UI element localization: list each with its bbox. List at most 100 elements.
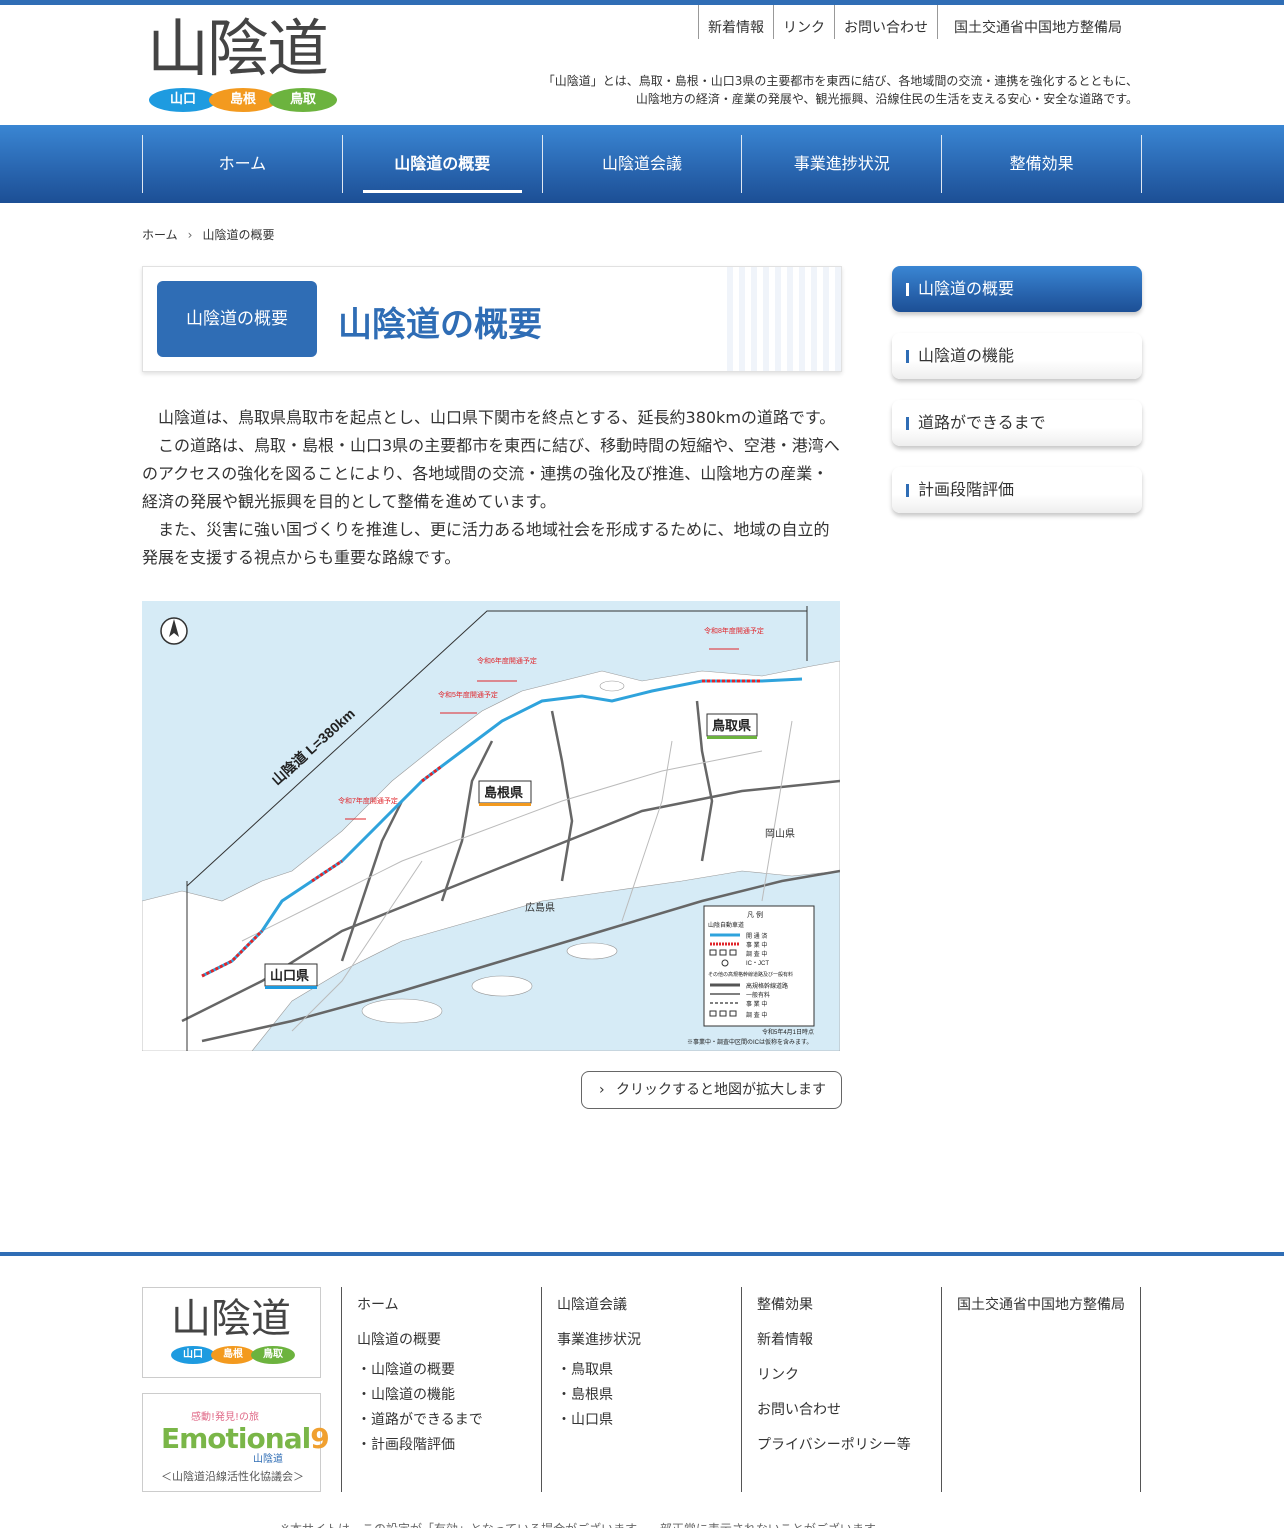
- site-logo[interactable]: 山陰道 山口 島根 鳥取: [147, 14, 339, 114]
- route-map-graphic: 山陰道 L=380km 鳥取県 島根県 山口県 岡山県 広島県 令和6年度開通予…: [142, 606, 840, 1051]
- svg-text:令和5年度開通予定: 令和5年度開通予定: [438, 690, 498, 699]
- nav-item-home[interactable]: ホーム: [143, 135, 343, 193]
- emotional9-banner[interactable]: 感動!発見!の旅 Emotional9 山陰道 ＜山陰道沿線活性化協議会＞: [142, 1393, 330, 1492]
- sidebar-item-evaluation[interactable]: 計画段階評価: [892, 467, 1142, 513]
- site-tagline: 「山陰道」とは、鳥取・島根・山口3県の主要都市を東西に結び、各地域間の交流・連携…: [518, 72, 1138, 108]
- logo-pill-tottori: 鳥取: [269, 88, 337, 112]
- footer-link-mlit-chugoku[interactable]: 国土交通省中国地方整備局: [957, 1295, 1140, 1315]
- footer-sub-function[interactable]: ・山陰道の機能: [357, 1385, 541, 1405]
- emotional9-sub: 山陰道: [253, 1454, 283, 1465]
- breadcrumb-home[interactable]: ホーム: [142, 226, 178, 243]
- footer-sub-shimane[interactable]: ・島根県: [557, 1385, 741, 1405]
- footer-pill-shimane: 島根: [211, 1346, 255, 1364]
- length-label: 山陰道 L=380km: [268, 705, 358, 788]
- footer-sub-evaluation[interactable]: ・計画段階評価: [357, 1435, 541, 1455]
- utility-nav: 新着情報 リンク お問い合わせ 国土交通省中国地方整備局: [698, 5, 1131, 39]
- footer-sub-tottori[interactable]: ・鳥取県: [557, 1360, 741, 1380]
- page-title-box: 山陰道の概要 山陰道の概要: [142, 266, 842, 372]
- nav-item-conference[interactable]: 山陰道会議: [543, 135, 743, 193]
- svg-text:IC・JCT: IC・JCT: [746, 961, 769, 967]
- sidebar-item-overview[interactable]: 山陰道の概要: [892, 266, 1142, 312]
- emotional9-tagline: 感動!発見!の旅: [191, 1412, 260, 1423]
- top-link-news[interactable]: 新着情報: [698, 5, 773, 39]
- sidebar-item-function[interactable]: 山陰道の機能: [892, 333, 1142, 379]
- footer-link-progress[interactable]: 事業進捗状況: [557, 1330, 741, 1350]
- top-link-contact[interactable]: お問い合わせ: [834, 5, 937, 39]
- route-map[interactable]: 山陰道 L=380km 鳥取県 島根県 山口県 岡山県 広島県 令和6年度開通予…: [142, 601, 840, 1051]
- svg-text:調 査 中: 調 査 中: [746, 950, 767, 958]
- chevron-right-icon: ›: [599, 1082, 605, 1098]
- footer-sub-process[interactable]: ・道路ができるまで: [357, 1410, 541, 1430]
- footer-logo-pills: 山口 島根 鳥取: [171, 1346, 295, 1364]
- svg-text:調 査 中: 調 査 中: [746, 1011, 767, 1019]
- prefecture-hiroshima: 広島県: [525, 901, 555, 914]
- footer-col-4: 国土交通省中国地方整備局: [941, 1287, 1141, 1492]
- footer-link-effects[interactable]: 整備効果: [757, 1295, 941, 1315]
- svg-text:山口県: 山口県: [270, 968, 309, 983]
- map-island: [361, 998, 443, 1024]
- page-category-tag: 山陰道の概要: [157, 281, 317, 357]
- footer-col-2: 山陰道会議 事業進捗状況 ・鳥取県 ・島根県 ・山口県: [541, 1287, 741, 1492]
- footer-sub-yamaguchi[interactable]: ・山口県: [557, 1410, 741, 1430]
- footer-logo-text: 山陰道: [171, 1296, 291, 1342]
- svg-text:令和6年度開通予定: 令和6年度開通予定: [477, 656, 537, 665]
- chevron-right-icon: ›: [187, 227, 193, 242]
- footer-link-news[interactable]: 新着情報: [757, 1330, 941, 1350]
- nav-item-effects[interactable]: 整備効果: [942, 135, 1142, 193]
- prefecture-label-shimane: 島根県: [478, 780, 532, 806]
- nav-item-progress[interactable]: 事業進捗状況: [742, 135, 943, 193]
- tagline-line-2: 山陰地方の経済・産業の発展や、観光振興、沿線住民の生活を支える安心・安全な道路で…: [635, 92, 1138, 106]
- nav-item-overview[interactable]: 山陰道の概要: [343, 135, 543, 193]
- page-title: 山陰道の概要: [338, 305, 542, 345]
- emotional9-word: Emotional: [161, 1422, 311, 1455]
- map-legend: 凡 例 山陰自動車道 開 通 済 事 業 中 調 査 中 IC・JCT その他の…: [703, 905, 815, 1027]
- footer-link-overview[interactable]: 山陰道の概要: [357, 1330, 541, 1350]
- logo-pill-yamaguchi: 山口: [149, 88, 217, 112]
- enlarge-map-button[interactable]: › クリックすると地図が拡大します: [581, 1071, 842, 1109]
- svg-text:事 業 中: 事 業 中: [746, 941, 767, 949]
- emotional9-council: ＜山陰道沿線活性化協議会＞: [161, 1470, 304, 1483]
- footer-site-logo[interactable]: 山陰道 山口 島根 鳥取: [142, 1287, 321, 1378]
- map-island: [566, 942, 618, 960]
- svg-text:令和8年度開通予定: 令和8年度開通予定: [704, 626, 764, 635]
- footer-sub-overview[interactable]: ・山陰道の概要: [357, 1360, 541, 1380]
- svg-text:令和7年度開通予定: 令和7年度開通予定: [338, 796, 398, 805]
- breadcrumb: ホーム › 山陰道の概要: [142, 226, 274, 243]
- tagline-line-1: 「山陰道」とは、鳥取・島根・山口3県の主要都市を東西に結び、各地域間の交流・連携…: [542, 74, 1138, 88]
- map-footnote: ※事業中・調査中区間のICは仮称を含みます。: [687, 1038, 812, 1046]
- svg-text:高規格幹線道路: 高規格幹線道路: [746, 982, 788, 990]
- emotional9-number: 9: [310, 1422, 330, 1455]
- footer-link-privacy[interactable]: プライバシーポリシー等: [757, 1435, 941, 1455]
- title-decoration: [721, 267, 841, 371]
- open-note-r8: 令和8年度開通予定: [704, 626, 764, 650]
- footer-note: ※本サイトは、この設定が「有効」となっている場合がございます。一部正常に表示され…: [280, 1520, 887, 1528]
- map-date-note: 令和5年4月1日時点: [762, 1028, 814, 1036]
- logo-pill-shimane: 島根: [209, 88, 277, 112]
- prefecture-okayama: 岡山県: [765, 828, 795, 840]
- footer-link-home[interactable]: ホーム: [357, 1295, 541, 1315]
- breadcrumb-current: 山陰道の概要: [202, 228, 275, 242]
- intro-text: 山陰道は、鳥取県鳥取市を起点とし、山口県下関市を終点とする、延長約380kmの道…: [142, 404, 842, 572]
- prefecture-label-yamaguchi: 山口県: [264, 963, 318, 989]
- svg-text:島根県: 島根県: [484, 785, 523, 800]
- footer-divider: [0, 1252, 1284, 1256]
- footer-link-contact[interactable]: お問い合わせ: [757, 1400, 941, 1420]
- svg-text:凡 例: 凡 例: [747, 910, 763, 919]
- top-link-links[interactable]: リンク: [773, 5, 834, 39]
- sidebar-item-process[interactable]: 道路ができるまで: [892, 400, 1142, 446]
- top-link-mlit-chugoku[interactable]: 国土交通省中国地方整備局: [937, 5, 1131, 39]
- svg-text:その他の高規格幹線道路及び一般有料: その他の高規格幹線道路及び一般有料: [708, 971, 793, 978]
- svg-text:鳥取県: 鳥取県: [712, 718, 751, 733]
- footer-link-links[interactable]: リンク: [757, 1365, 941, 1385]
- svg-text:事 業 中: 事 業 中: [746, 1000, 767, 1008]
- footer-col-3: 整備効果 新着情報 リンク お問い合わせ プライバシーポリシー等: [741, 1287, 941, 1492]
- svg-text:一般有料: 一般有料: [746, 991, 770, 999]
- intro-paragraph-1: 山陰道は、鳥取県鳥取市を起点とし、山口県下関市を終点とする、延長約380kmの道…: [158, 408, 836, 427]
- global-nav: ホーム 山陰道の概要 山陰道会議 事業進捗状況 整備効果: [0, 125, 1284, 203]
- emotional9-logo: Emotional9: [161, 1422, 330, 1455]
- intro-paragraph-3: また、災害に強い国づくりを推進し、更に活力ある地域社会を形成するために、地域の自…: [142, 520, 830, 567]
- intro-paragraph-2: この道路は、鳥取・島根・山口3県の主要都市を東西に結び、移動時間の短縮や、空港・…: [142, 436, 840, 511]
- svg-text:開 通 済: 開 通 済: [746, 932, 767, 940]
- footer-link-conference[interactable]: 山陰道会議: [557, 1295, 741, 1315]
- prefecture-label-tottori: 鳥取県: [706, 713, 758, 739]
